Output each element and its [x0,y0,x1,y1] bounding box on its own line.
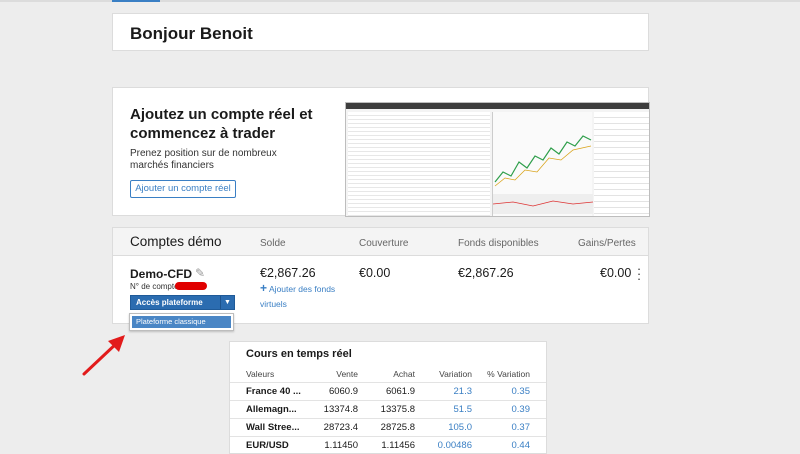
real-account-promo: Ajoutez un compte réel et commencez à tr… [112,87,650,217]
quote-buy: 1.11456 [381,440,415,451]
quote-pct: 0.39 [511,404,531,415]
column-coverage: Couverture [359,238,409,249]
platform-watchlist [348,112,490,216]
quote-name: Allemagn... [246,404,297,415]
platform-chart [492,112,594,216]
account-available-funds: €2,867.26 [458,266,514,280]
more-options-icon[interactable]: · · · [636,262,642,285]
account-gains-losses: €0.00 [600,266,632,280]
quote-pct: 0.44 [511,440,531,451]
demo-accounts-title: Comptes démo [130,234,222,249]
quotes-header-pct: % Variation [487,369,530,379]
column-balance: Solde [260,238,286,249]
add-virtual-funds-link[interactable]: + Ajouter des fonds virtuels [260,281,350,312]
classic-platform-option[interactable]: Plateforme classique [132,316,231,328]
promo-title: Ajoutez un compte réel et commencez à tr… [130,106,313,142]
quote-name: Wall Stree... [246,422,300,433]
quotes-header-buy: Achat [393,369,415,379]
table-row[interactable]: Wall Stree... 28723.4 28725.8 105.0 0.37 [230,418,546,436]
quote-pct: 0.37 [511,422,531,433]
column-gains-losses: Gains/Pertes [578,238,636,249]
quote-pct: 0.35 [511,386,531,397]
account-coverage: €0.00 [359,266,391,280]
quote-sell: 13374.8 [323,404,358,415]
quote-name: France 40 ... [246,386,301,397]
quote-change: 105.0 [448,422,472,433]
platform-toolbar [346,103,649,109]
platform-access-label: Accès plateforme [136,298,203,307]
promo-subtitle: Prenez position sur de nombreux marchés … [130,148,277,171]
quotes-header-change: Variation [439,369,472,379]
quote-sell: 28723.4 [323,422,358,433]
account-number-label: N° de compte [130,282,179,291]
platform-screenshot [345,102,650,217]
plus-icon: + [260,281,268,295]
quote-change: 0.00486 [437,440,472,451]
quote-change: 51.5 [453,404,473,415]
account-name: Demo-CFD [130,267,192,281]
quote-name: EUR/USD [246,440,289,451]
quotes-header-sell: Vente [336,369,358,379]
red-arrow-annotation [82,335,125,376]
add-real-account-button[interactable]: Ajouter un compte réel [130,180,236,198]
platform-dropdown-menu: Plateforme classique [129,313,234,331]
platform-access-button[interactable]: Accès plateforme ▼ [130,295,235,310]
column-available-funds: Fonds disponibles [458,238,539,249]
account-balance: €2,867.26 [260,266,316,280]
platform-sidebar [594,112,649,216]
table-row[interactable]: Allemagn... 13374.8 13375.8 51.5 0.39 [230,400,546,418]
greeting-card: Bonjour Benoit [112,13,649,51]
live-quotes-card: Cours en temps réel Valeurs Vente Achat … [229,341,547,454]
demo-accounts-card: Comptes démo Solde Couverture Fonds disp… [112,227,649,324]
quote-buy: 28725.8 [380,422,415,433]
add-virtual-funds-label: Ajouter des fonds virtuels [260,284,336,309]
quote-buy: 6061.9 [385,386,415,397]
quote-buy: 13375.8 [380,404,415,415]
quote-change: 21.3 [453,386,473,397]
quotes-header-name: Valeurs [246,369,275,379]
edit-pencil-icon[interactable]: ✎ [195,266,205,280]
live-quotes-title: Cours en temps réel [246,348,352,360]
greeting-title: Bonjour Benoit [130,24,253,43]
chevron-down-icon[interactable]: ▼ [220,296,234,309]
quote-sell: 6060.9 [328,386,358,397]
table-row[interactable]: France 40 ... 6060.9 6061.9 21.3 0.35 [230,382,546,400]
redacted-account-number [175,282,207,290]
quote-sell: 1.11450 [324,440,358,451]
table-row[interactable]: EUR/USD 1.11450 1.11456 0.00486 0.44 [230,436,546,454]
active-nav-indicator [112,0,160,2]
